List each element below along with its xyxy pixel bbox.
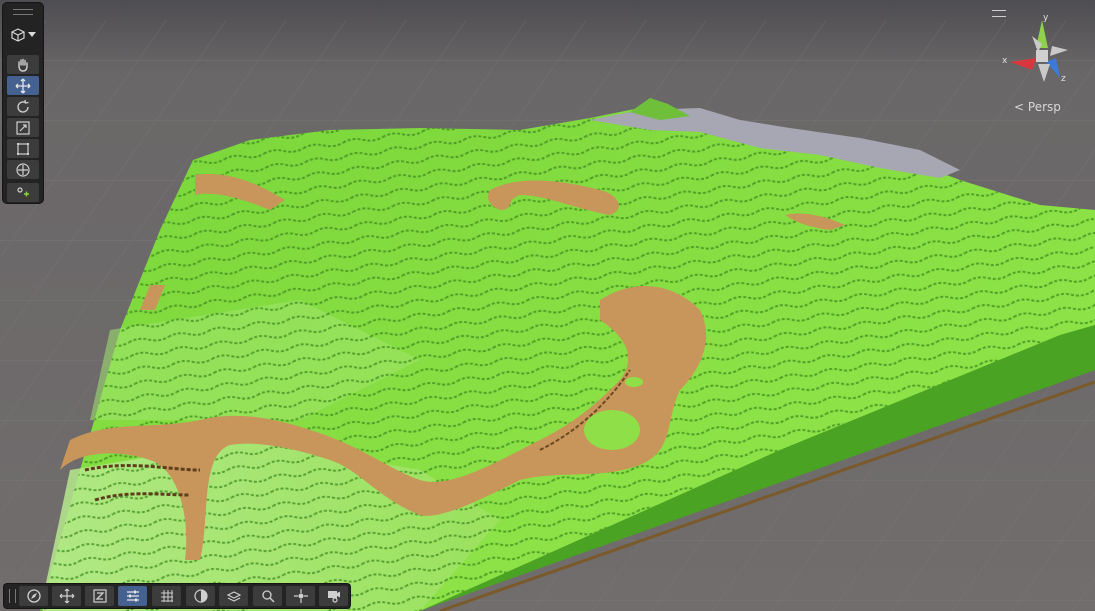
search-icon bbox=[261, 590, 275, 603]
custom-tool-button[interactable] bbox=[7, 183, 39, 202]
rotate-tool-button[interactable] bbox=[7, 97, 39, 116]
lighting-icon bbox=[193, 589, 208, 603]
compass-icon bbox=[26, 589, 41, 603]
move-tool-button[interactable] bbox=[7, 76, 39, 95]
layers-icon bbox=[226, 591, 241, 602]
settings-button[interactable] bbox=[118, 586, 147, 606]
x-axis-label: x bbox=[1002, 56, 1008, 66]
scene-viewport[interactable] bbox=[0, 0, 1095, 611]
tool-palette-grip[interactable] bbox=[13, 9, 33, 15]
camera-icon bbox=[327, 591, 340, 603]
view-options-button[interactable] bbox=[85, 586, 114, 606]
grid-icon bbox=[160, 590, 173, 602]
move-snap-button[interactable] bbox=[52, 586, 81, 606]
draw-mode-button[interactable] bbox=[19, 586, 48, 606]
neg-x-axis-cone bbox=[1050, 46, 1068, 56]
search-button[interactable] bbox=[253, 586, 282, 606]
terrain-island bbox=[584, 410, 640, 450]
projection-toggle[interactable]: < Persp bbox=[1014, 100, 1061, 114]
scale-icon bbox=[16, 120, 30, 135]
z-axis-label: z bbox=[1061, 74, 1066, 84]
pivot-button[interactable] bbox=[286, 586, 315, 606]
y-axis-label: y bbox=[1043, 13, 1049, 23]
overlay-toolbar bbox=[4, 584, 350, 608]
camera-button[interactable] bbox=[319, 586, 348, 606]
chevron-left-icon: < bbox=[1014, 100, 1025, 114]
transform-tool-button[interactable] bbox=[7, 160, 39, 179]
projection-label: Persp bbox=[1027, 100, 1061, 114]
x-axis-cone[interactable] bbox=[1010, 58, 1036, 70]
axis-gizmo-icon[interactable] bbox=[998, 6, 1078, 96]
lighting-button[interactable] bbox=[186, 586, 215, 606]
rect-tool-button[interactable] bbox=[7, 139, 39, 158]
neg-y-axis-cone bbox=[1038, 64, 1050, 82]
move-icon bbox=[15, 78, 31, 93]
rect-icon bbox=[17, 142, 29, 155]
gizmo-center-cube[interactable] bbox=[1036, 50, 1048, 62]
terrain-hole bbox=[625, 377, 643, 387]
view-dropdown[interactable] bbox=[7, 23, 39, 47]
pivot-icon bbox=[293, 589, 308, 603]
transform-icon bbox=[16, 162, 30, 177]
box-z-icon bbox=[92, 589, 107, 603]
overlay-toolbar-grip[interactable] bbox=[9, 589, 16, 603]
move-icon bbox=[59, 588, 74, 604]
effects-button[interactable] bbox=[219, 586, 248, 606]
grid-button[interactable] bbox=[152, 586, 181, 606]
view-tool-button[interactable] bbox=[7, 55, 39, 74]
custom-tool-icon bbox=[17, 186, 29, 196]
cube-icon bbox=[10, 28, 25, 42]
rotate-icon bbox=[17, 99, 29, 113]
scale-tool-button[interactable] bbox=[7, 118, 39, 137]
chevron-down-icon bbox=[27, 32, 36, 37]
hand-icon bbox=[18, 58, 28, 72]
sliders-icon bbox=[126, 590, 139, 602]
tool-palette bbox=[3, 3, 43, 203]
